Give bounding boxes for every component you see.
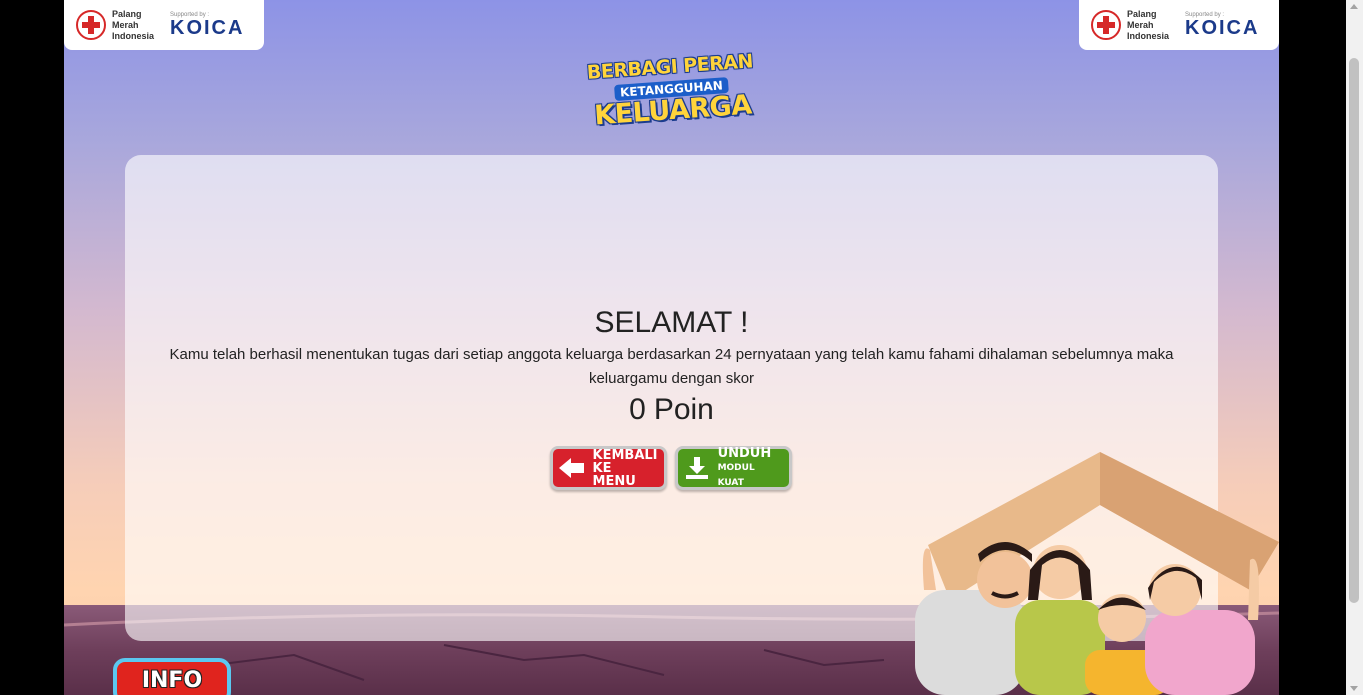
scroll-up-icon[interactable]	[1350, 4, 1358, 9]
score-unit: Poin	[653, 393, 714, 426]
scroll-down-icon[interactable]	[1350, 686, 1358, 691]
score-value: 0	[629, 393, 646, 426]
koica-logo: Supported by : KOICA	[1185, 12, 1260, 39]
pmi-label: Palang Merah Indonesia	[112, 8, 155, 41]
red-cross-icon	[1091, 10, 1121, 40]
download-label-line-2: MODUL KUAT	[717, 462, 755, 488]
game-logo: BERBAGI PERAN KETANGGUHAN KELUARGA	[585, 50, 758, 144]
scroll-thumb[interactable]	[1349, 58, 1359, 603]
back-to-menu-button[interactable]: KEMBALI KE MENU	[550, 446, 667, 490]
result-title: SELAMAT !	[594, 306, 749, 339]
koica-logo: Supported by : KOICA	[170, 12, 245, 39]
logo-line-3: KELUARGA	[593, 89, 753, 132]
download-module-button[interactable]: UNDUH MODUL KUAT	[675, 446, 792, 490]
result-message: Kamu telah berhasil menentukan tugas dar…	[169, 346, 1174, 387]
arrow-left-icon	[559, 458, 585, 478]
family-illustration	[915, 452, 1279, 695]
red-cross-icon	[76, 10, 106, 40]
sponsor-banner-left: Palang Merah Indonesia Supported by : KO…	[64, 0, 264, 50]
download-label-line-1: UNDUH	[717, 445, 772, 461]
back-label-line-2: KE MENU	[592, 460, 636, 489]
score-display: 0 Poin	[0, 393, 1343, 427]
info-label: INFO	[141, 668, 203, 693]
sponsor-banner-right: Palang Merah Indonesia Supported by : KO…	[1079, 0, 1279, 50]
download-icon	[684, 455, 710, 481]
pmi-label: Palang Merah Indonesia	[1127, 8, 1170, 41]
info-button[interactable]: INFO	[113, 658, 231, 695]
vertical-scrollbar[interactable]	[1346, 0, 1363, 695]
